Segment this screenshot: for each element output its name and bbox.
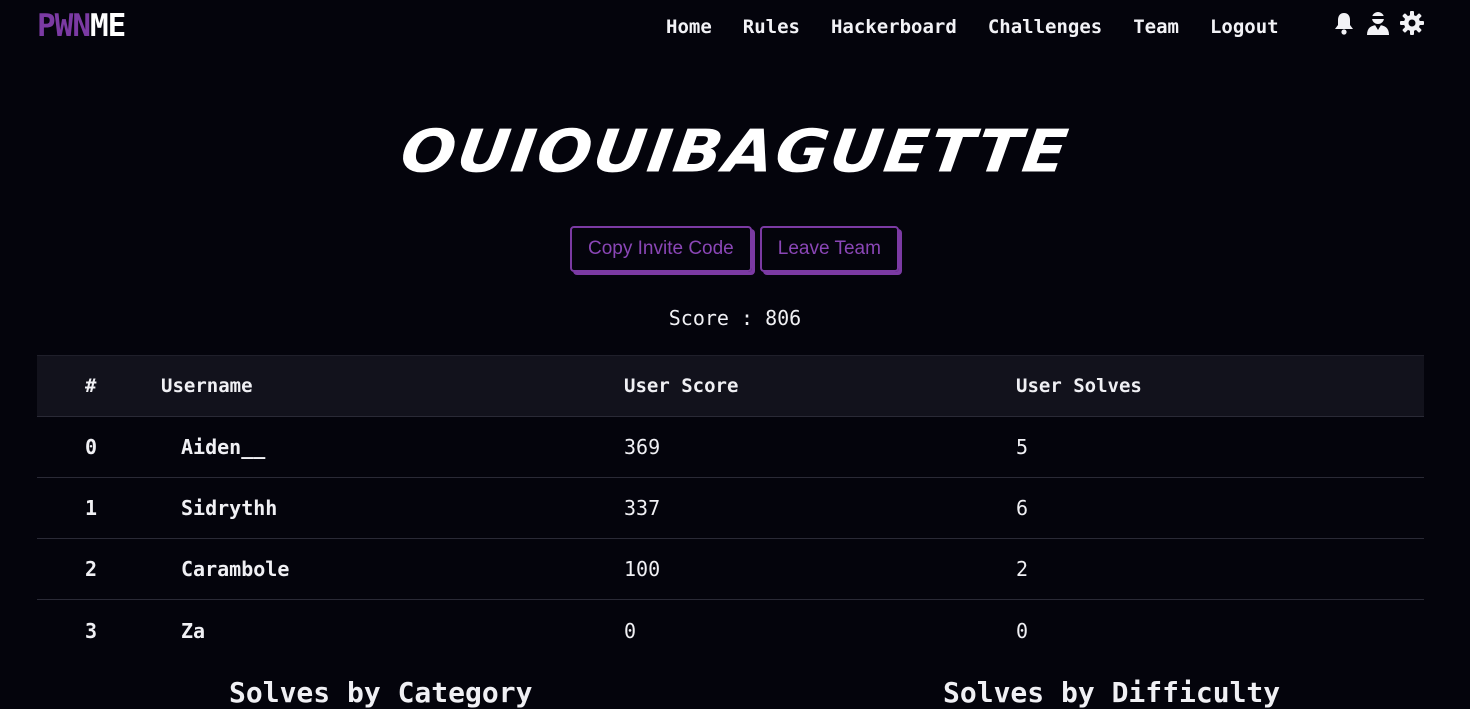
row-solves: 6 (1016, 496, 1029, 520)
team-name: OUIOUIBAGUETTE (396, 117, 1074, 187)
header-rank: # (85, 375, 97, 397)
team-actions: Copy Invite Code Leave Team (570, 226, 899, 272)
table-row: 3 Za 0 0 (37, 600, 1424, 661)
solves-by-category-heading: Solves by Category (229, 676, 533, 709)
solves-by-difficulty-heading: Solves by Difficulty (943, 676, 1281, 709)
nav-links: Home Rules Hackerboard Challenges Team L… (666, 12, 1310, 42)
row-score: 100 (624, 557, 661, 581)
logo-pwn: PWN (37, 8, 91, 44)
nav-icons (1332, 10, 1424, 36)
nav-link-hackerboard[interactable]: Hackerboard (831, 16, 957, 38)
navbar: PWNME Home Rules Hackerboard Challenges … (0, 0, 1470, 54)
row-solves: 0 (1016, 618, 1029, 643)
table-row: 2 Carambole 100 2 (37, 539, 1424, 600)
logo[interactable]: PWNME (37, 7, 126, 45)
row-username[interactable]: Aiden__ (181, 417, 265, 477)
row-username[interactable]: Sidrythh (181, 478, 277, 538)
copy-invite-code-button[interactable]: Copy Invite Code (570, 226, 752, 272)
leave-team-button[interactable]: Leave Team (759, 226, 899, 272)
row-score: 369 (624, 435, 661, 459)
row-username[interactable]: Za (181, 600, 205, 661)
table-header: # Username User Score User Solves (37, 355, 1424, 417)
row-username[interactable]: Carambole (181, 539, 289, 599)
nav-link-home[interactable]: Home (666, 16, 712, 38)
nav-link-logout[interactable]: Logout (1210, 16, 1279, 38)
nav-link-rules[interactable]: Rules (743, 16, 800, 38)
nav-link-challenges[interactable]: Challenges (988, 16, 1102, 38)
team-score: Score : 806 (668, 306, 802, 330)
row-rank: 0 (85, 435, 98, 459)
table-row: 0 Aiden__ 369 5 (37, 417, 1424, 478)
row-score: 0 (624, 618, 637, 643)
logo-me: ME (90, 8, 126, 44)
row-score: 337 (624, 496, 661, 520)
row-solves: 5 (1016, 435, 1029, 459)
user-icon[interactable] (1366, 10, 1390, 36)
bell-icon[interactable] (1332, 10, 1356, 36)
table-row: 1 Sidrythh 337 6 (37, 478, 1424, 539)
row-rank: 1 (85, 496, 98, 520)
gear-icon[interactable] (1400, 10, 1424, 36)
row-solves: 2 (1016, 557, 1029, 581)
row-rank: 2 (85, 557, 98, 581)
row-rank: 3 (85, 618, 98, 643)
header-username: Username (161, 375, 253, 397)
header-user-score: User Score (624, 375, 739, 397)
header-user-solves: User Solves (1016, 375, 1142, 397)
members-table: # Username User Score User Solves 0 Aide… (37, 355, 1424, 661)
nav-link-team[interactable]: Team (1133, 16, 1179, 38)
